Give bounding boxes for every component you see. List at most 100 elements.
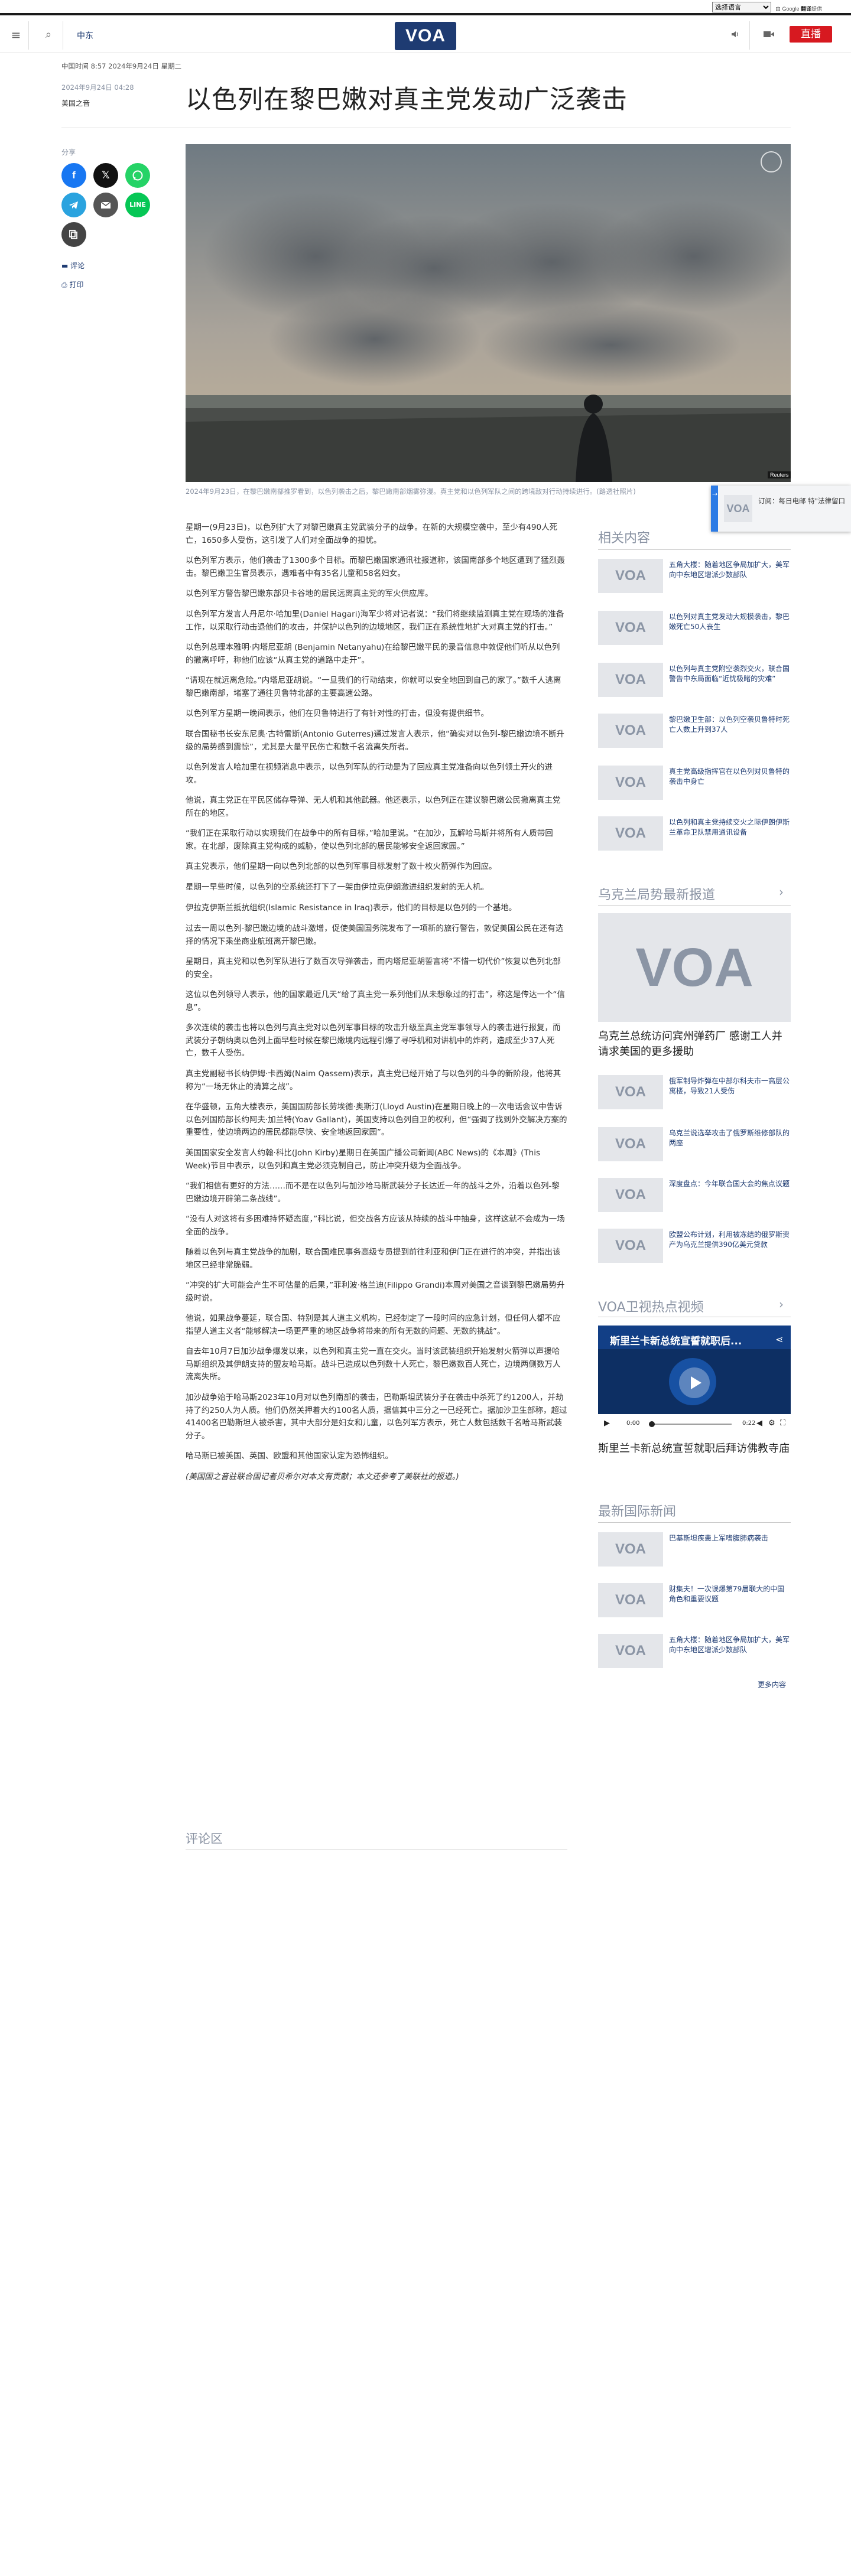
- whatsapp-share-icon[interactable]: [125, 163, 150, 188]
- article-paragraph: 加沙战争始于哈马斯2023年10月对以色列南部的袭击，巴勒斯坦武装分子在袭击中杀…: [186, 1393, 567, 1441]
- progress-handle[interactable]: [649, 1421, 655, 1427]
- list-item-title[interactable]: 巴基斯坦疾患上军嗜腹肺病袭击: [669, 1533, 790, 1543]
- article-paragraph: 以色列总理本雅明·内塔尼亚胡 (Benjamin Netanyahu)在给黎巴嫩…: [186, 643, 560, 665]
- list-item-title[interactable]: 以色列和真主党持续交火之际伊朗伊斯兰革命卫队禁用通讯设备: [669, 818, 790, 838]
- comments-heading: 评论区: [186, 1832, 223, 1846]
- list-item-title[interactable]: 五角大楼：随着地区争局加扩大，美军向中东地区增派少数部队: [669, 1635, 790, 1655]
- article-paragraph: 这位以色列领导人表示，他的国家最近几天“给了真主党一系列他们从未想象过的打击”，…: [186, 990, 565, 1012]
- list-item[interactable]: VOA 以色列对真主党发动大规模袭击，黎巴嫩死亡50人丧生: [598, 608, 791, 651]
- list-item[interactable]: VOA 深度盘点：今年联合国大会的焦点议题: [598, 1175, 791, 1218]
- list-item-title[interactable]: 以色列与真主党附空袭烈交火，联合国警告中东局面临“近忧极睹的灾难”: [669, 664, 790, 684]
- feature-thumbnail[interactable]: VOA: [598, 913, 791, 1022]
- list-item-title[interactable]: 真主党高级指挥官在以色列对贝鲁特的袭击中身亡: [669, 767, 790, 787]
- article-paragraph: 随着以色列与真主党战争的加剧，联合国难民事务高级专员提到前往利亚和伊门正在进行的…: [186, 1248, 561, 1270]
- list-item[interactable]: VOA 五角大楼：随着地区争局加扩大，美军向中东地区增派少数部队: [598, 1631, 791, 1674]
- share-icon[interactable]: ⋖: [775, 1334, 783, 1345]
- article-paragraph: 过去一周以色列-黎巴嫩边境的战斗激增，促使美国国务院发布了一项新的旅行警告，敦促…: [186, 924, 564, 946]
- popup-text: 订阅：每日电邮 特"法律留口: [758, 497, 845, 505]
- related-heading: 相关内容: [598, 531, 651, 546]
- list-item[interactable]: VOA 以色列与真主党附空袭烈交火，联合国警告中东局面临“近忧极睹的灾难”: [598, 660, 791, 703]
- video-icon[interactable]: [762, 30, 775, 42]
- settings-icon[interactable]: ⚙: [768, 1419, 775, 1428]
- thumbnail: VOA: [598, 611, 663, 645]
- list-item-title[interactable]: 黎巴嫩卫生部：以色列空袭贝鲁特时死亡人数上升到37人: [669, 715, 790, 735]
- section-link[interactable]: 中东: [77, 30, 93, 41]
- divider: [749, 21, 750, 50]
- chevron-right-icon[interactable]: ›: [779, 1297, 784, 1311]
- telegram-share-icon[interactable]: [61, 193, 86, 217]
- article-paragraph: 自去年10月7日加沙战争爆发以来，以色列和真主党一直在交火。当时该武装组织开始发…: [186, 1347, 561, 1382]
- volume-icon[interactable]: ◀: [756, 1419, 762, 1428]
- list-item-title[interactable]: 俄军制导炸弹在中部尔科夫市一高层公寓楼，导致21人受伤: [669, 1076, 790, 1096]
- satellite-heading[interactable]: VOA卫视热点视频: [598, 1297, 704, 1315]
- list-item-title[interactable]: 乌克兰说选举攻击了俄罗斯维修部队的两座: [669, 1128, 790, 1148]
- powered-by: 由 Google 翻译提供: [775, 6, 823, 12]
- list-item[interactable]: VOA 乌克兰说选举攻击了俄罗斯维修部队的两座: [598, 1125, 791, 1167]
- list-item[interactable]: VOA 真主党高级指挥官在以色列对贝鲁特的袭击中身亡: [598, 763, 791, 806]
- print-link[interactable]: ⎙ 打印: [61, 279, 83, 289]
- list-item-title[interactable]: 财集夫！一次误爆第79届联大的中国角色和重要议题: [669, 1584, 790, 1604]
- list-item-title[interactable]: 以色列对真主党发动大规模袭击，黎巴嫩死亡50人丧生: [669, 612, 790, 632]
- video-time-current: 0:00: [626, 1420, 640, 1427]
- list-item[interactable]: VOA 巴基斯坦疾患上军嗜腹肺病袭击: [598, 1530, 791, 1572]
- article-paragraph: 星期一早些时候，以色列的空系统还打下了一架由伊拉克伊朗激进组织发射的无人机。: [186, 882, 489, 892]
- language-select[interactable]: 选择语言: [712, 2, 771, 12]
- article-paragraph: “请现在就远离危险。”内塔尼亚胡说。“一旦我们的行动结束，你就可以安全地回到自己…: [186, 676, 561, 698]
- facebook-share-icon[interactable]: f: [61, 163, 86, 188]
- ukraine-heading[interactable]: 乌克兰局势最新报道: [598, 884, 715, 903]
- list-item-title[interactable]: 欧盟公布计划，利用被冻结的俄罗斯资产为乌克兰提供390亿美元贷款: [669, 1230, 790, 1250]
- list-item[interactable]: VOA 黎巴嫩卫生部：以色列空袭贝鲁特时死亡人数上升到37人: [598, 711, 791, 754]
- feature-title[interactable]: 乌克兰总统访问宾州弹药厂 感谢工人并请求美国的更多援助: [598, 1029, 791, 1060]
- list-item[interactable]: VOA 财集夫！一次误爆第79届联大的中国角色和重要议题: [598, 1581, 791, 1623]
- line-share-icon[interactable]: LINE: [125, 193, 150, 217]
- article-paragraph: 联合国秘书长安东尼奥·古特雷斯(Antonio Guterres)通过发言人表示…: [186, 730, 564, 752]
- author[interactable]: 美国之音: [61, 98, 90, 108]
- article-paragraph: 真主党表示，他们星期一向以色列北部的以色列军事目标发射了数十枚火箭弹作为回应。: [186, 862, 497, 871]
- article-paragraph: 在华盛顿，五角大楼表示，美国国防部长劳埃德·奥斯汀(Lloyd Austin)在…: [186, 1102, 567, 1137]
- list-item[interactable]: VOA 俄军制导炸弹在中部尔科夫市一高层公寓楼，导致21人受伤: [598, 1073, 791, 1115]
- chevron-right-icon[interactable]: ›: [779, 885, 784, 899]
- voa-logo[interactable]: VOA: [395, 22, 456, 50]
- comment-link[interactable]: ▬ 评论: [61, 260, 85, 271]
- article-paragraph: 美国国家安全发言人约翰·科比(John Kirby)星期日在美国广播公司新闻(A…: [186, 1148, 541, 1171]
- video-time-total: 0:22: [742, 1420, 756, 1427]
- video-caption[interactable]: 斯里兰卡新总统宣誓就职后拜访佛教寺庙: [598, 1441, 791, 1457]
- subscribe-popup[interactable]: → VOA 订阅：每日电邮 特"法律留口: [711, 486, 851, 532]
- menu-icon[interactable]: ≡: [9, 29, 22, 41]
- article-paragraph: “我们相信有更好的方法……而不是在以色列与加沙哈马斯武装分子长达近一年的战斗之外…: [186, 1181, 560, 1204]
- article-paragraph: 以色列军方星期一晚间表示，他们在贝鲁特进行了有针对性的打击，但没有提供细节。: [186, 709, 489, 718]
- list-item[interactable]: VOA 以色列和真主党持续交火之际伊朗伊斯兰革命卫队禁用通讯设备: [598, 814, 791, 857]
- list-item-title[interactable]: 五角大楼：随着地区争局加扩大，美军向中东地区增派少数部队: [669, 560, 790, 580]
- arrow-icon[interactable]: →: [712, 490, 717, 498]
- more-link[interactable]: 更多内容: [758, 1679, 786, 1689]
- thumbnail: VOA: [598, 663, 663, 697]
- list-item[interactable]: VOA 五角大楼：随着地区争局加扩大，美军向中东地区增派少数部队: [598, 556, 791, 599]
- fullscreen-icon[interactable]: [761, 151, 782, 172]
- page-title: 以色列在黎巴嫩对真主党发动广泛袭击: [186, 85, 628, 115]
- article-paragraph: 星期一(9月23日)，以色列扩大了对黎巴嫩真主党武装分子的战争。在新的大规模空袭…: [186, 523, 558, 545]
- article-paragraph: 以色列发言人哈加里在视频消息中表示，以色列军队的行动是为了回应真主党准备向以色列…: [186, 763, 553, 785]
- print-icon: ⎙: [61, 281, 70, 289]
- thumbnail: VOA: [598, 1127, 663, 1161]
- divider: [598, 1522, 791, 1523]
- play-overlay-icon[interactable]: [679, 1367, 710, 1398]
- x-share-icon[interactable]: 𝕏: [93, 163, 118, 188]
- video-player[interactable]: 斯里兰卡新总统宣誓就职后... ⋖ ▶ 0:00 0:22 ◀ ⚙ ⛶: [598, 1326, 791, 1434]
- copy-link-icon[interactable]: [61, 222, 86, 247]
- video-progress[interactable]: [649, 1424, 732, 1425]
- audio-icon[interactable]: [729, 30, 741, 42]
- fullscreen-icon[interactable]: ⛶: [780, 1419, 785, 1428]
- article-paragraph: 多次连续的袭击也将以色列与真主党对以色列军事目标的攻击升级至真主党军事领导人的袭…: [186, 1023, 561, 1058]
- email-share-icon[interactable]: [93, 193, 118, 217]
- hero-photo[interactable]: Reuters: [186, 144, 791, 482]
- share-label: 分享: [61, 148, 76, 157]
- play-icon[interactable]: ▶: [604, 1419, 610, 1428]
- article-paragraph: 星期日，真主党和以色列军队进行了数百次导弹袭击，而内塔尼亚胡誓言将“不惜一切代价…: [186, 957, 561, 979]
- article-paragraph: 以色列军方表示，他们袭击了1300多个目标。而黎巴嫩国家通讯社报道称，该国南部多…: [186, 556, 565, 578]
- search-icon[interactable]: ⌕: [43, 29, 54, 41]
- thumbnail: VOA: [598, 1229, 663, 1263]
- live-button[interactable]: 直播: [790, 26, 832, 43]
- list-item-title[interactable]: 深度盘点：今年联合国大会的焦点议题: [669, 1179, 790, 1189]
- list-item[interactable]: VOA 欧盟公布计划，利用被冻结的俄罗斯资产为乌克兰提供390亿美元贷款: [598, 1226, 791, 1269]
- thumbnail: VOA: [598, 1075, 663, 1109]
